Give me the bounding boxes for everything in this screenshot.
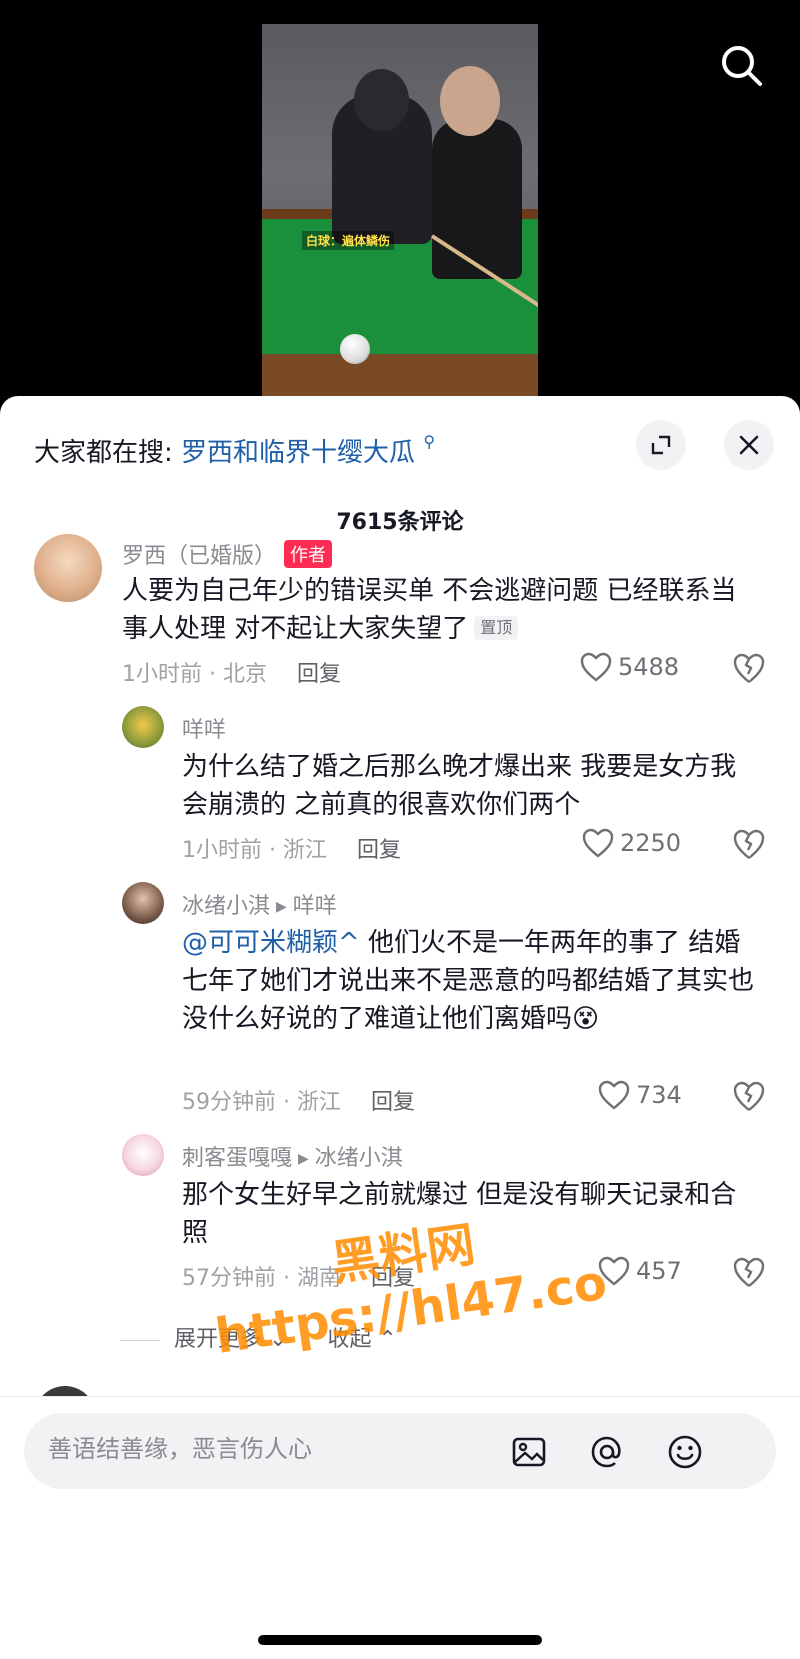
reply-arrow-icon: ▶ xyxy=(276,899,287,915)
heart-icon xyxy=(580,652,612,682)
reply-button[interactable]: 回复 xyxy=(297,662,341,687)
heart-icon xyxy=(582,828,614,858)
trending-search-keyword[interactable]: 罗西和临界十缨大瓜 xyxy=(181,438,415,468)
video-player[interactable]: 白球：遍体鳞伤 xyxy=(0,0,800,400)
author-badge: 作者 xyxy=(284,540,333,568)
comment-author-name: 冰绪小淇 xyxy=(182,894,271,919)
home-indicator xyxy=(258,1635,542,1645)
video-frame[interactable]: 白球：遍体鳞伤 xyxy=(262,24,538,400)
trending-search-prefix: 大家都在搜: xyxy=(34,438,173,468)
comment-body: 为什么结了婚之后那么晚才爆出来 我要是女方我会崩溃的 之前真的很喜欢你们两个 xyxy=(182,752,737,820)
like-button[interactable]: 5488 xyxy=(580,652,679,682)
mention-link[interactable]: @可可米糊颖^ xyxy=(182,928,360,958)
person-left-head xyxy=(354,69,409,131)
like-button[interactable]: 457 xyxy=(598,1256,682,1286)
like-count: 2250 xyxy=(620,829,682,857)
avatar[interactable] xyxy=(34,534,102,602)
avatar[interactable] xyxy=(122,1134,164,1176)
search-icon[interactable] xyxy=(716,40,768,92)
comment-meta: 59分钟前 · 浙江 回复 xyxy=(182,1084,415,1116)
expand-icon[interactable] xyxy=(636,420,686,470)
like-button[interactable]: 734 xyxy=(598,1080,682,1110)
video-caption: 白球：遍体鳞伤 xyxy=(302,231,395,250)
close-icon[interactable] xyxy=(724,420,774,470)
comment-text: 人要为自己年少的错误买单 不会逃避问题 已经联系当事人处理 对不起让大家失望了置… xyxy=(122,572,762,648)
broken-heart-icon[interactable] xyxy=(732,1080,766,1114)
like-count: 5488 xyxy=(618,653,680,681)
reply-to-name: 冰绪小淇 xyxy=(314,1146,403,1171)
heart-icon xyxy=(598,1080,630,1110)
pinned-badge: 置顶 xyxy=(474,616,519,640)
comment-meta: 1小时前 · 北京 回复 xyxy=(122,656,341,688)
reply-button[interactable]: 回复 xyxy=(371,1090,415,1115)
comment-text: 为什么结了婚之后那么晚才爆出来 我要是女方我会崩溃的 之前真的很喜欢你们两个 xyxy=(182,748,762,824)
emoji-icon[interactable] xyxy=(666,1433,704,1471)
comment-body: 人要为自己年少的错误买单 不会逃避问题 已经联系当事人处理 对不起让大家失望了 xyxy=(122,576,737,644)
composer-box[interactable] xyxy=(24,1413,776,1489)
comment-meta: 1小时前 · 浙江 回复 xyxy=(182,832,401,864)
broken-heart-icon[interactable] xyxy=(732,652,766,686)
dizzy-emoji: 😵 xyxy=(572,1004,600,1034)
person-right-head xyxy=(440,66,500,136)
comment-author-name: 咩咩 xyxy=(182,718,227,743)
comment-time-location: 1小时前 · 浙江 xyxy=(182,838,327,863)
image-icon[interactable] xyxy=(510,1433,548,1471)
trending-search-icon: ⚲ xyxy=(423,432,436,451)
broken-heart-icon[interactable] xyxy=(732,1256,766,1290)
comment-time-location: 1小时前 · 北京 xyxy=(122,662,267,687)
comment-input[interactable] xyxy=(48,1435,488,1463)
pool-table-rail xyxy=(262,354,538,400)
comment-time-location: 59分钟前 · 浙江 xyxy=(182,1090,341,1115)
like-count: 734 xyxy=(636,1081,682,1109)
avatar[interactable] xyxy=(122,882,164,924)
person-right-image xyxy=(432,119,522,279)
reply-to-name: 咩咩 xyxy=(292,894,337,919)
comment-author-name: 刺客蛋嘎嘎 xyxy=(182,1146,293,1171)
comment-count: 7615条评论 xyxy=(336,510,464,535)
trending-search[interactable]: 大家都在搜: 罗西和临界十缨大瓜 ⚲ xyxy=(34,432,435,469)
divider xyxy=(120,1339,160,1341)
comment-author[interactable]: 刺客蛋嘎嘎 ▶ 冰绪小淇 xyxy=(182,1140,403,1172)
cue-ball xyxy=(340,334,370,364)
comment-author[interactable]: 冰绪小淇 ▶ 咩咩 xyxy=(182,888,337,920)
comment-author[interactable]: 咩咩 xyxy=(182,712,226,744)
comment-composer xyxy=(0,1396,800,1659)
comment-author-name: 罗西（已婚版） xyxy=(122,544,277,569)
comment-sheet: 大家都在搜: 罗西和临界十缨大瓜 ⚲ 7615条评论 罗西（已婚版） 作者 人要为… xyxy=(0,396,800,1659)
comment-author[interactable]: 罗西（已婚版） 作者 xyxy=(122,538,333,570)
comment-text: @可可米糊颖^ 他们火不是一年两年的事了 结婚七年了她们才说出来不是恶意的吗都结… xyxy=(182,924,762,1038)
at-mention-icon[interactable] xyxy=(588,1433,626,1471)
like-count: 457 xyxy=(636,1257,682,1285)
avatar[interactable] xyxy=(122,706,164,748)
reply-arrow-icon: ▶ xyxy=(298,1151,309,1167)
like-button[interactable]: 2250 xyxy=(582,828,681,858)
broken-heart-icon[interactable] xyxy=(732,828,766,862)
reply-button[interactable]: 回复 xyxy=(357,838,401,863)
